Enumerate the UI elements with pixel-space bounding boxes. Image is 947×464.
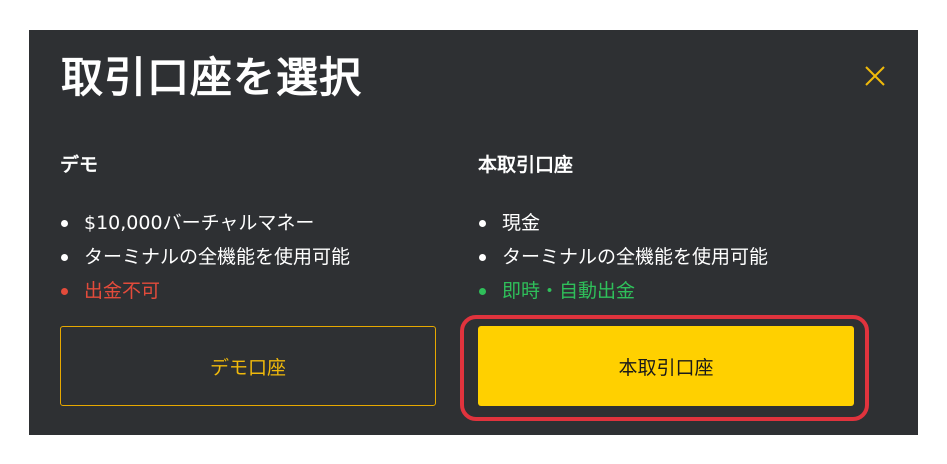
list-item: $10,000バーチャルマネー <box>60 206 440 240</box>
demo-account-button[interactable]: デモ口座 <box>60 326 436 406</box>
demo-account-column: デモ $10,000バーチャルマネー ターミナルの全機能を使用可能 出金不可 <box>60 152 440 308</box>
feature-text: $10,000バーチャルマネー <box>84 212 315 234</box>
list-item: 即時・自動出金 <box>478 274 858 308</box>
feature-text: 現金 <box>502 212 541 234</box>
feature-text: 出金不可 <box>84 280 161 302</box>
real-account-button[interactable]: 本取引口座 <box>478 326 854 406</box>
bullet-icon <box>61 254 68 261</box>
feature-text: ターミナルの全機能を使用可能 <box>502 246 769 268</box>
list-item: 現金 <box>478 206 858 240</box>
list-item: 出金不可 <box>60 274 440 308</box>
real-account-column: 本取引口座 現金 ターミナルの全機能を使用可能 即時・自動出金 <box>478 152 858 308</box>
bullet-icon <box>61 288 68 295</box>
bullet-icon <box>479 220 486 227</box>
list-item: ターミナルの全機能を使用可能 <box>60 240 440 274</box>
bullet-icon <box>479 254 486 261</box>
demo-account-heading: デモ <box>60 154 99 176</box>
close-icon <box>865 66 885 86</box>
account-select-dialog: 取引口座を選択 デモ $10,000バーチャルマネー ターミナルの全機能を使用可… <box>29 30 918 435</box>
feature-text: 即時・自動出金 <box>502 280 636 302</box>
list-item: ターミナルの全機能を使用可能 <box>478 240 858 274</box>
bullet-icon <box>479 288 486 295</box>
demo-feature-list: $10,000バーチャルマネー ターミナルの全機能を使用可能 出金不可 <box>60 206 440 308</box>
real-account-heading: 本取引口座 <box>478 154 574 176</box>
feature-text: ターミナルの全機能を使用可能 <box>84 246 351 268</box>
dialog-title: 取引口座を選択 <box>61 53 363 102</box>
bullet-icon <box>61 220 68 227</box>
close-button[interactable] <box>863 64 887 88</box>
real-feature-list: 現金 ターミナルの全機能を使用可能 即時・自動出金 <box>478 206 858 308</box>
